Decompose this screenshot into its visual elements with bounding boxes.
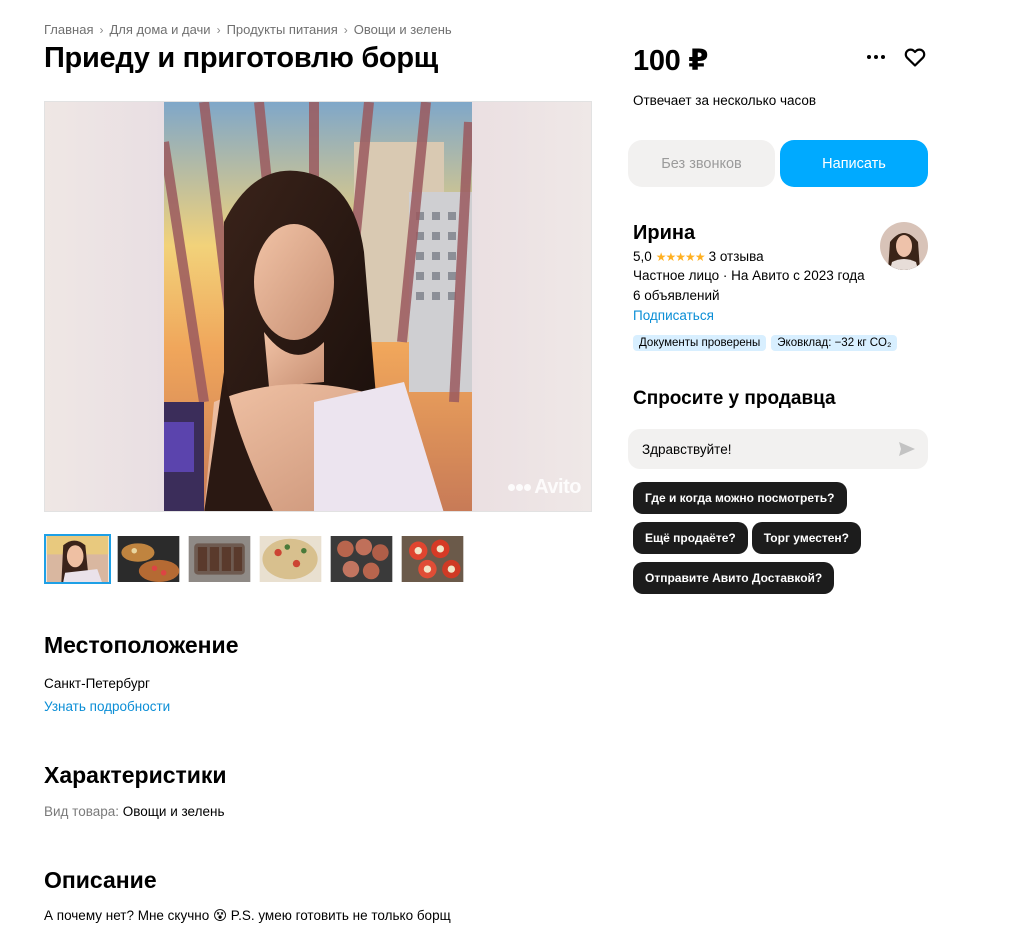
description-heading: Описание — [44, 867, 157, 893]
price: 100 ₽ — [633, 45, 709, 77]
thumbnail[interactable] — [399, 534, 466, 584]
thumbnail-food-image — [117, 536, 180, 582]
more-options-icon[interactable] — [864, 47, 888, 67]
seller-type: Частное лицо · На Авито с 2023 года — [633, 268, 865, 283]
quick-question-chip[interactable]: Где и когда можно посмотреть? — [633, 482, 847, 514]
page-title: Приеду и приготовлю борщ — [44, 42, 438, 74]
heart-icon[interactable] — [903, 45, 927, 69]
seller-name[interactable]: Ирина — [633, 222, 695, 245]
quick-question-chip[interactable]: Отправите Авито Доставкой? — [633, 562, 835, 594]
thumbnail[interactable] — [257, 534, 324, 584]
main-photo-image — [164, 102, 472, 511]
no-calls-button[interactable]: Без звонков — [628, 140, 775, 187]
message-input[interactable] — [642, 441, 882, 457]
main-photo[interactable] — [164, 102, 472, 511]
location-heading: Местоположение — [44, 632, 239, 658]
characteristic-value: Овощи и зелень — [122, 804, 225, 819]
thumbnail-portrait-image — [46, 536, 109, 582]
breadcrumb-home-garden[interactable]: Для дома и дачи — [109, 22, 210, 37]
breadcrumb-vegetables[interactable]: Овощи и зелень — [354, 22, 452, 37]
thumbnail[interactable] — [186, 534, 253, 584]
seller-badges: Документы проверены Эковклад: −32 кг CO₂ — [633, 335, 898, 351]
photo-gallery[interactable]: Avito — [44, 101, 592, 512]
seller-rating[interactable]: 5,0 ★★★★★ 3 отзыва — [633, 249, 764, 264]
avito-watermark: Avito — [508, 476, 581, 499]
avatar-image — [880, 222, 928, 270]
thumbnail-food-image — [259, 536, 322, 582]
message-box — [628, 429, 928, 469]
breadcrumb-food[interactable]: Продукты питания — [227, 22, 338, 37]
subscribe-link[interactable]: Подписаться — [633, 308, 714, 323]
characteristics-heading: Характеристики — [44, 762, 227, 788]
response-time: Отвечает за несколько часов — [633, 93, 817, 108]
seller-listings: 6 объявлений — [633, 288, 720, 303]
watermark-text: Avito — [534, 476, 581, 498]
eco-contribution-badge[interactable]: Эковклад: −32 кг CO₂ — [771, 335, 898, 351]
location-details-link[interactable]: Узнать подробности — [44, 699, 170, 714]
location-city: Санкт-Петербург — [44, 676, 150, 691]
write-message-button[interactable]: Написать — [780, 140, 928, 187]
documents-verified-badge[interactable]: Документы проверены — [633, 335, 767, 351]
quick-questions: Где и когда можно посмотреть? Ещё продаё… — [633, 482, 933, 594]
ask-seller-heading: Спросите у продавца — [633, 388, 836, 409]
description-text: А почему нет? Мне скучно 😵 P.S. умею гот… — [44, 908, 451, 923]
reviews-count: 3 отзыва — [708, 249, 764, 264]
thumbnail-food-image — [401, 536, 464, 582]
thumbnail-food-image — [330, 536, 393, 582]
characteristic-label: Вид товара: — [44, 804, 120, 819]
thumbnail-strip — [44, 534, 466, 584]
characteristic-row: Вид товара: Овощи и зелень — [44, 804, 224, 819]
thumbnail-food-image — [188, 536, 251, 582]
chevron-right-icon: › — [343, 22, 348, 37]
rating-value: 5,0 — [633, 249, 652, 264]
thumbnail[interactable] — [115, 534, 182, 584]
thumbnail[interactable] — [44, 534, 111, 584]
avatar[interactable] — [880, 222, 928, 270]
send-icon[interactable] — [898, 441, 916, 457]
breadcrumb: Главная › Для дома и дачи › Продукты пит… — [44, 22, 452, 37]
chevron-right-icon: › — [216, 22, 221, 37]
quick-question-chip[interactable]: Ещё продаёте? — [633, 522, 748, 554]
star-rating-icon: ★★★★★ — [655, 249, 706, 264]
thumbnail[interactable] — [328, 534, 395, 584]
chevron-right-icon: › — [99, 22, 104, 37]
avito-logo-icon — [508, 484, 532, 491]
breadcrumb-home[interactable]: Главная — [44, 22, 93, 37]
quick-question-chip[interactable]: Торг уместен? — [751, 522, 862, 554]
